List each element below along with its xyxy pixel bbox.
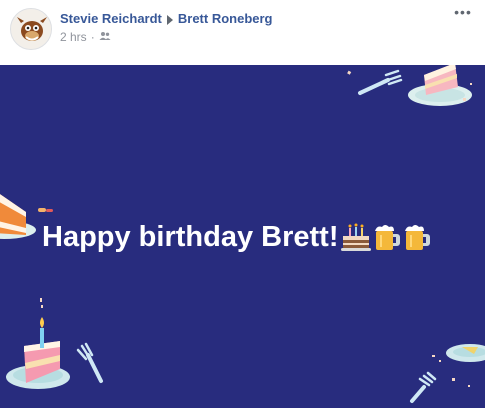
cake-slice-icon [0, 194, 36, 239]
post-header: Stevie Reichardt Brett Roneberg 2 hrs · … [0, 0, 485, 64]
emoji-row [340, 222, 432, 252]
recipient-name[interactable]: Brett Roneberg [178, 11, 273, 26]
more-options-button[interactable]: ••• [451, 4, 475, 20]
post-timestamp[interactable]: 2 hrs [60, 30, 87, 44]
arrow-right-icon [166, 13, 174, 25]
candle-icon [40, 298, 44, 348]
plate-icon [446, 344, 485, 362]
fork-icon [358, 69, 403, 95]
friends-icon[interactable] [99, 30, 111, 44]
birthday-message: Happy birthday Brett! [42, 217, 432, 257]
sprinkle-icon [38, 208, 53, 212]
fork-icon [410, 371, 437, 403]
cake-slice-icon [408, 65, 472, 106]
cake-slice-icon [6, 341, 70, 389]
birthday-message-text: Happy birthday Brett! [42, 220, 339, 253]
author-avatar[interactable] [10, 8, 52, 50]
author-name[interactable]: Stevie Reichardt [60, 11, 162, 26]
meta-separator: · [90, 30, 95, 44]
beer-mug-icon [372, 222, 402, 252]
birthday-cake-icon [340, 222, 372, 252]
birthday-post: Stevie Reichardt Brett Roneberg 2 hrs · … [0, 0, 485, 408]
birthday-card[interactable]: Happy birthday Brett! [0, 65, 485, 408]
author-line: Stevie Reichardt Brett Roneberg [60, 10, 273, 26]
post-meta: 2 hrs · [60, 30, 111, 44]
fork-icon [76, 342, 103, 383]
more-options-icon: ••• [454, 4, 472, 20]
beer-mug-icon [402, 222, 432, 252]
